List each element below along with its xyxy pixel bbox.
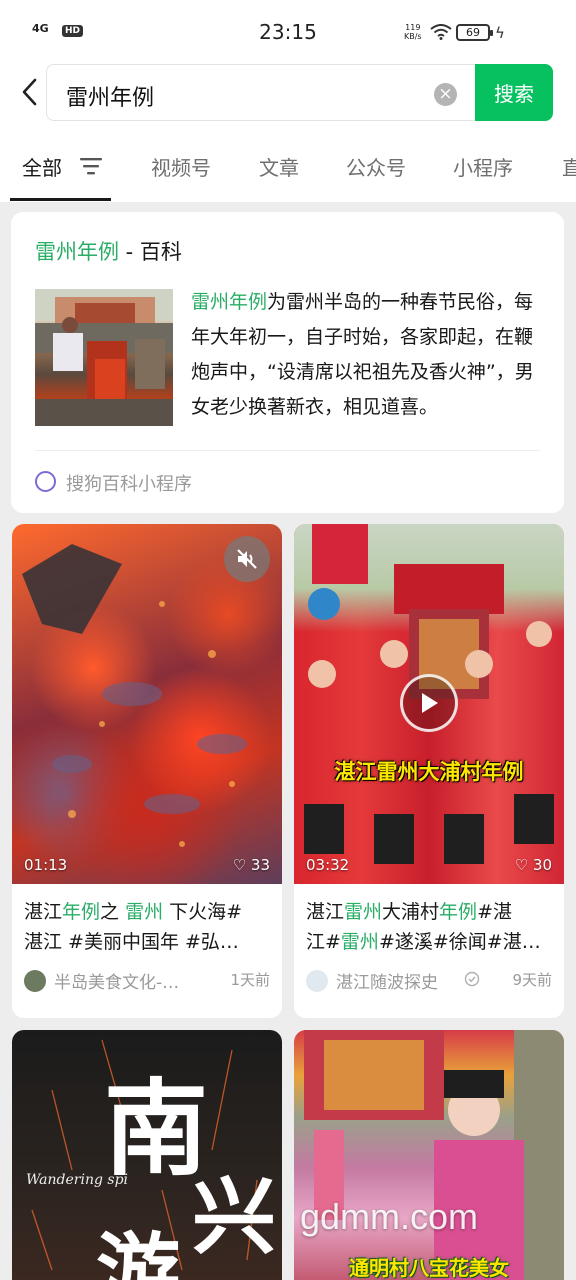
net-speed: 119 KB/s bbox=[404, 23, 422, 41]
video-title[interactable]: 湛江年例之 雷州 下火海# 湛江 #美丽中国年 #弘… bbox=[24, 897, 270, 957]
search-header: 雷州年例 × 搜索 bbox=[0, 62, 576, 124]
card-title[interactable]: 雷州年例 - 百科 bbox=[35, 236, 182, 266]
video-card[interactable]: 湛江雷州大浦村年例 03:32 ♡ 30 湛江雷州大浦村年例#湛 江#雷州#遂溪… bbox=[294, 524, 564, 1018]
overlay-text: 兴 bbox=[192, 1167, 277, 1266]
tab-official-accounts[interactable]: 公众号 bbox=[346, 152, 406, 181]
tab-channels[interactable]: 视频号 bbox=[151, 152, 211, 181]
video-duration: 03:32 bbox=[306, 856, 350, 874]
tab-articles[interactable]: 文章 bbox=[259, 152, 299, 181]
charging-icon: ϟ bbox=[495, 24, 505, 42]
search-input[interactable]: 雷州年例 × bbox=[46, 64, 476, 121]
tab-mini-programs[interactable]: 小程序 bbox=[453, 152, 513, 181]
play-button[interactable] bbox=[400, 674, 458, 732]
video-card[interactable]: 南 兴 游 Wandering spi bbox=[12, 1030, 282, 1280]
watermark: gdmm.com bbox=[300, 1196, 479, 1237]
video-likes: ♡ 33 bbox=[232, 856, 270, 874]
avatar[interactable] bbox=[24, 970, 46, 992]
wifi-icon bbox=[430, 24, 452, 40]
tab-live[interactable]: 直 bbox=[562, 152, 576, 181]
search-button[interactable]: 搜索 bbox=[475, 64, 553, 121]
tab-active-indicator bbox=[10, 198, 111, 201]
parade-image bbox=[304, 1030, 564, 1280]
video-title[interactable]: 湛江雷州大浦村年例#湛 江#雷州#遂溪#徐闻#湛… bbox=[306, 897, 552, 957]
video-caption: 湛江雷州大浦村年例 bbox=[334, 760, 524, 784]
avatar[interactable] bbox=[306, 970, 328, 992]
chevron-left-icon bbox=[22, 78, 37, 106]
mute-button[interactable] bbox=[224, 536, 270, 582]
overlay-text: 游 bbox=[96, 1223, 181, 1280]
back-button[interactable] bbox=[14, 74, 44, 110]
source-label[interactable]: 搜狗百科小程序 bbox=[66, 470, 192, 496]
tab-all[interactable]: 全部 bbox=[22, 152, 62, 181]
encyclopedia-card[interactable]: 雷州年例 - 百科 雷州年例为雷州半岛的一种春节民俗，每年大年初一，自子时始，各… bbox=[11, 212, 564, 513]
status-bar: 4G HD 23:15 119 KB/s 69 ϟ bbox=[0, 0, 576, 62]
card-description: 雷州年例为雷州半岛的一种春节民俗，每年大年初一，自子时始，各家即起，在鞭炮声中，… bbox=[191, 291, 534, 418]
video-caption: 通明村八宝花美女 bbox=[349, 1256, 509, 1280]
video-thumbnail[interactable]: 湛江雷州大浦村年例 03:32 ♡ 30 bbox=[294, 524, 564, 884]
video-thumbnail[interactable]: 01:13 ♡ 33 bbox=[12, 524, 282, 884]
filter-icon[interactable] bbox=[80, 157, 102, 175]
overlay-script-text: Wandering spi bbox=[26, 1172, 129, 1188]
search-query[interactable]: 雷州年例 bbox=[66, 80, 154, 112]
post-time: 9天前 bbox=[512, 971, 552, 989]
video-thumbnail[interactable]: 通明村八宝花美女 bbox=[294, 1030, 564, 1280]
filter-tabs: 全部 视频号 文章 公众号 小程序 直 bbox=[0, 124, 576, 202]
battery-icon: 69 bbox=[456, 24, 493, 41]
post-time: 1天前 bbox=[230, 971, 270, 989]
play-icon bbox=[422, 693, 438, 713]
muted-speaker-icon bbox=[237, 549, 257, 569]
card-thumbnail bbox=[35, 289, 173, 426]
sogou-baike-icon bbox=[35, 471, 56, 492]
video-likes: ♡ 30 bbox=[514, 856, 552, 874]
clear-icon[interactable]: × bbox=[434, 83, 457, 106]
video-card[interactable]: 通明村八宝花美女 bbox=[294, 1030, 564, 1280]
festival-photo bbox=[35, 289, 173, 426]
author-name[interactable]: 半岛美食文化-… bbox=[54, 968, 179, 993]
author-name[interactable]: 湛江随波探史 bbox=[336, 968, 438, 993]
verified-icon bbox=[464, 971, 480, 987]
video-card[interactable]: 01:13 ♡ 33 湛江年例之 雷州 下火海# 湛江 #美丽中国年 #弘… 半… bbox=[12, 524, 282, 1018]
video-duration: 01:13 bbox=[24, 856, 68, 874]
video-thumbnail[interactable]: 南 兴 游 Wandering spi bbox=[12, 1030, 282, 1280]
divider bbox=[35, 450, 540, 451]
